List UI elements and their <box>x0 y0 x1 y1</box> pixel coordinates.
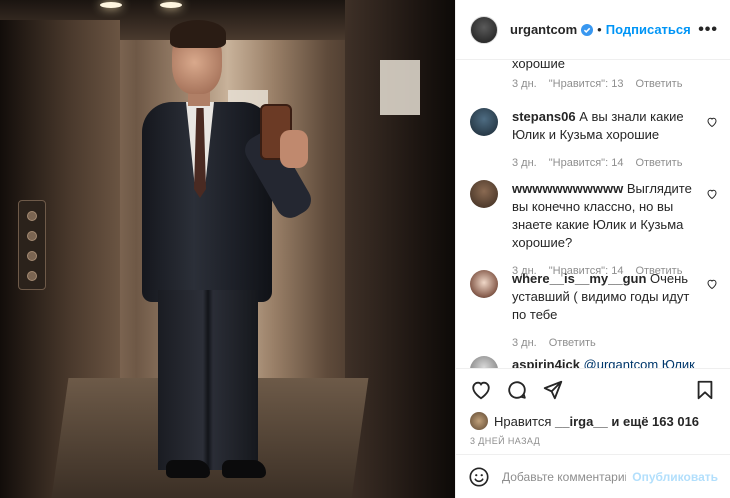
commenter-avatar[interactable] <box>470 180 498 208</box>
shoe <box>166 460 210 478</box>
comment-input[interactable]: Добавьте комментарий... <box>502 470 626 484</box>
hand <box>280 130 308 168</box>
commenter-username[interactable]: where__is__my__gun <box>512 271 646 286</box>
ceiling-light <box>160 2 182 8</box>
post-date[interactable]: 3 ДНЕЙ НАЗАД <box>456 432 730 454</box>
likes-count[interactable]: и ещё 163 016 <box>611 414 699 429</box>
comment-text: stepans06 А вы знали какие Юлик и Кузьма… <box>512 108 700 144</box>
add-comment-bar: Добавьте комментарий... Опубликовать <box>456 454 730 498</box>
instagram-post: urgantcom • Подписаться ••• хорошие 3 дн… <box>0 0 730 498</box>
comment-meta: 3 дн. "Нравится": 14 Ответить <box>512 154 700 172</box>
comment-age: 3 дн. <box>512 157 537 169</box>
verified-badge-icon <box>581 23 594 36</box>
ceiling-light <box>100 2 122 8</box>
comment-item: where__is__my__gun Очень уставший ( види… <box>470 270 718 352</box>
comment-meta: 3 дн. "Нравится": 13 Ответить <box>512 78 694 90</box>
liker-avatar[interactable] <box>470 412 488 430</box>
liker-username[interactable]: __irga__ <box>555 414 608 429</box>
elevator-button-panel <box>18 200 46 290</box>
emoji-icon[interactable] <box>468 466 490 488</box>
post-sidebar: urgantcom • Подписаться ••• хорошие 3 дн… <box>455 0 730 498</box>
separator-dot: • <box>597 22 602 37</box>
hair <box>170 20 226 48</box>
like-comment-heart-icon[interactable] <box>706 278 718 290</box>
author-username[interactable]: urgantcom <box>510 22 577 37</box>
reply-button[interactable]: Ответить <box>635 154 682 172</box>
share-icon[interactable] <box>542 379 564 401</box>
comment-partial-text: хорошие <box>512 60 565 71</box>
elevator-button <box>27 211 37 221</box>
commenter-avatar[interactable] <box>470 270 498 298</box>
commenter-username[interactable]: stepans06 <box>512 109 576 124</box>
comment-item: stepans06 А вы знали какие Юлик и Кузьма… <box>470 108 718 172</box>
comment-item: aspirin4ick @urgantcom Юлик <box>470 356 718 368</box>
post-comment-button[interactable]: Опубликовать <box>632 470 718 484</box>
comment-age: 3 дн. <box>512 78 537 90</box>
shoe <box>222 460 266 478</box>
comment-item: wwwwwwwwwww Выглядите вы конечно классно… <box>470 180 718 280</box>
trousers <box>158 290 258 470</box>
comment-text: aspirin4ick @urgantcom Юлик <box>512 356 700 368</box>
comment-likes[interactable]: "Нравится": 14 <box>549 154 624 172</box>
post-photo[interactable] <box>0 0 455 498</box>
comment-text: wwwwwwwwwww Выглядите вы конечно классно… <box>512 180 700 252</box>
comment-age: 3 дн. <box>512 337 537 349</box>
follow-button[interactable]: Подписаться <box>606 22 691 37</box>
post-actions <box>456 368 730 410</box>
comment-icon[interactable] <box>506 379 528 401</box>
reply-button[interactable]: Ответить <box>635 78 682 90</box>
elevator-button <box>27 271 37 281</box>
comment-text: where__is__my__gun Очень уставший ( види… <box>512 270 700 324</box>
elevator-button <box>27 251 37 261</box>
commenter-avatar[interactable] <box>470 356 498 368</box>
comment-meta: 3 дн. Ответить <box>512 334 700 352</box>
post-header: urgantcom • Подписаться ••• <box>456 0 730 60</box>
like-comment-heart-icon[interactable] <box>706 116 718 128</box>
likes-prefix: Нравится <box>494 413 552 429</box>
elevator-button <box>27 231 37 241</box>
comment-likes[interactable]: "Нравится": 13 <box>549 78 624 90</box>
commenter-avatar[interactable] <box>470 108 498 136</box>
reply-button[interactable]: Ответить <box>549 334 596 352</box>
like-comment-heart-icon[interactable] <box>706 188 718 200</box>
commenter-username[interactable]: wwwwwwwwwww <box>512 181 623 196</box>
wall-notice <box>380 60 420 115</box>
likes-summary: Нравится __irga__ и ещё 163 016 <box>456 410 730 432</box>
commenter-username[interactable]: aspirin4ick <box>512 357 580 368</box>
author-avatar[interactable] <box>470 15 498 44</box>
comment-body: @urgantcom Юлик <box>579 357 695 368</box>
comments-list[interactable]: хорошие 3 дн. "Нравится": 13 Ответить st… <box>456 60 730 368</box>
bookmark-icon[interactable] <box>694 379 716 401</box>
person-figure <box>130 20 330 498</box>
more-options-icon[interactable]: ••• <box>698 21 718 39</box>
heart-icon[interactable] <box>470 379 492 401</box>
